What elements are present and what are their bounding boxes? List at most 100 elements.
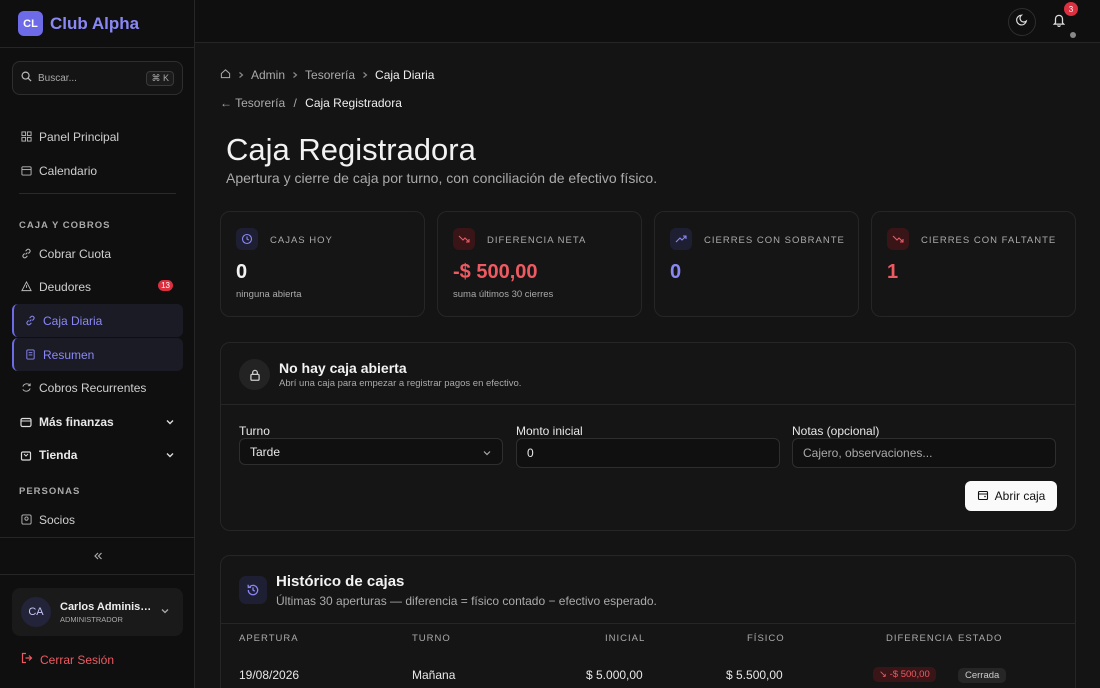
notification-count-badge: 3 — [1064, 2, 1078, 16]
stat-card-diferencia-neta: DIFERENCIA NETA -$ 500,00 suma últimos 3… — [437, 211, 642, 317]
cell-fisico: $ 5.500,00 — [726, 668, 783, 682]
column-header-diferencia[interactable]: DIFERENCIA — [886, 633, 954, 644]
search-shortcut: ⌘ K — [146, 70, 174, 86]
turno-select[interactable]: Tarde — [239, 438, 503, 465]
chevron-down-icon — [165, 449, 175, 463]
open-box-title: No hay caja abierta — [279, 360, 407, 376]
abrir-caja-button[interactable]: Abrir caja — [965, 481, 1057, 511]
back-current: Caja Registradora — [305, 96, 402, 110]
column-header-fisico[interactable]: FÍSICO — [747, 633, 785, 644]
column-header-inicial[interactable]: INICIAL — [605, 633, 645, 644]
turno-value: Tarde — [250, 444, 281, 459]
chevrons-left-icon — [93, 549, 103, 564]
stat-label: DIFERENCIA NETA — [487, 235, 587, 246]
sidebar-item-caja-diaria[interactable]: Caja Diaria — [12, 304, 183, 337]
sidebar-group-mas-finanzas[interactable]: Más finanzas — [12, 405, 183, 438]
chevron-down-icon — [482, 447, 492, 461]
stat-note: ninguna abierta — [236, 289, 302, 300]
trend-down-icon — [453, 228, 475, 250]
card-divider — [221, 404, 1075, 405]
page-subtitle: Apertura y cierre de caja por turno, con… — [226, 170, 658, 186]
brand[interactable]: CL Club Alpha — [0, 0, 194, 48]
logout-label: Cerrar Sesión — [40, 652, 115, 667]
history-icon — [239, 576, 267, 604]
monto-label: Monto inicial — [516, 424, 583, 438]
section-label-personas: PERSONAS — [19, 486, 81, 497]
receipt-icon — [24, 349, 36, 361]
stat-value: 0 — [236, 261, 248, 283]
stat-value: 1 — [887, 261, 899, 283]
column-header-estado[interactable]: ESTADO — [958, 633, 1002, 644]
history-title: Histórico de cajas — [276, 573, 405, 590]
sidebar-group-tienda[interactable]: Tienda — [12, 438, 183, 471]
clock-icon — [236, 228, 258, 250]
wallet-icon — [20, 416, 32, 428]
sidebar-item-label: Panel Principal — [39, 129, 120, 144]
search-icon — [21, 69, 32, 87]
dashboard-icon — [20, 131, 32, 143]
avatar: CA — [21, 597, 51, 627]
stat-note: suma últimos 30 cierres — [453, 289, 554, 300]
home-icon[interactable] — [220, 68, 231, 82]
column-header-turno[interactable]: TURNO — [412, 633, 451, 644]
sidebar-item-deudores[interactable]: Deudores 13 — [12, 270, 183, 303]
chevron-right-icon — [291, 68, 299, 82]
user-role: ADMINISTRADOR — [60, 614, 123, 624]
sidebar: CL Club Alpha Buscar... ⌘ K Panel Princi… — [0, 0, 195, 688]
sidebar-item-label: Calendario — [39, 163, 98, 178]
open-box-subtitle: Abrí una caja para empezar a registrar p… — [279, 378, 522, 389]
breadcrumb-tesoreria[interactable]: Tesorería — [305, 68, 355, 82]
topbar — [195, 0, 1100, 43]
abrir-caja-label: Abrir caja — [994, 489, 1046, 503]
user-menu[interactable]: CA Carlos Administrador ADMINISTRADOR — [12, 588, 183, 636]
chevron-down-icon — [165, 416, 175, 430]
stat-label: CAJAS HOY — [270, 235, 333, 246]
chevron-right-icon — [237, 68, 245, 82]
logout-icon — [21, 652, 33, 667]
collapse-sidebar-button[interactable] — [0, 537, 195, 575]
stat-label: CIERRES CON FALTANTE — [921, 235, 1057, 246]
sidebar-item-cobros-recurrentes[interactable]: Cobros Recurrentes — [12, 371, 183, 404]
bell-icon — [1052, 13, 1066, 32]
user-name: Carlos Administrador — [60, 600, 152, 613]
register-icon — [977, 489, 989, 504]
back-nav: ← Tesorería / Caja Registradora — [220, 96, 402, 110]
theme-toggle-button[interactable] — [1008, 8, 1036, 36]
trend-up-icon — [670, 228, 692, 250]
sidebar-item-label: Resumen — [43, 347, 95, 362]
sidebar-item-socios[interactable]: Socios — [12, 503, 183, 536]
stat-card-cierres-faltante: CIERRES CON FALTANTE 1 — [871, 211, 1076, 317]
sidebar-item-resumen[interactable]: Resumen — [12, 338, 183, 371]
sidebar-item-label: Socios — [39, 512, 76, 527]
sidebar-item-calendario[interactable]: Calendario — [12, 154, 183, 187]
moon-icon — [1015, 13, 1029, 31]
breadcrumb: Admin Tesorería Caja Diaria — [220, 68, 440, 82]
search-input[interactable]: Buscar... ⌘ K — [12, 61, 183, 95]
stat-value: 0 — [670, 261, 682, 283]
section-label-caja: CAJA Y COBROS — [19, 220, 111, 231]
cell-diferencia-badge: ↘ -$ 500,00 — [873, 667, 936, 682]
sidebar-item-panel-principal[interactable]: Panel Principal — [12, 120, 183, 153]
warning-icon — [20, 281, 32, 293]
history-subtitle: Últimas 30 aperturas — diferencia = físi… — [276, 594, 657, 608]
notas-label: Notas (opcional) — [792, 424, 880, 438]
back-separator: / — [293, 96, 297, 110]
chevron-down-icon — [160, 603, 170, 621]
back-link[interactable]: ← Tesorería — [220, 96, 285, 110]
deudores-badge: 13 — [158, 280, 173, 291]
monto-inicial-input[interactable]: 0 — [516, 438, 780, 468]
brand-name: Club Alpha — [50, 13, 140, 33]
breadcrumb-admin[interactable]: Admin — [251, 68, 285, 82]
logo: CL — [18, 11, 43, 36]
sidebar-item-cobrar-cuota[interactable]: Cobrar Cuota — [12, 237, 183, 270]
sidebar-item-label: Cobrar Cuota — [39, 246, 112, 261]
cell-turno: Mañana — [412, 668, 456, 682]
sidebar-group-label: Más finanzas — [39, 414, 114, 429]
link-icon — [24, 315, 36, 327]
open-box-card: No hay caja abierta Abrí una caja para e… — [220, 342, 1076, 531]
notas-input[interactable]: Cajero, observaciones... — [792, 438, 1056, 468]
cell-diferencia: -$ 500,00 — [889, 669, 930, 680]
column-header-apertura[interactable]: APERTURA — [239, 633, 299, 644]
stat-value: -$ 500,00 — [453, 261, 538, 283]
logout-button[interactable]: Cerrar Sesión — [21, 652, 114, 667]
